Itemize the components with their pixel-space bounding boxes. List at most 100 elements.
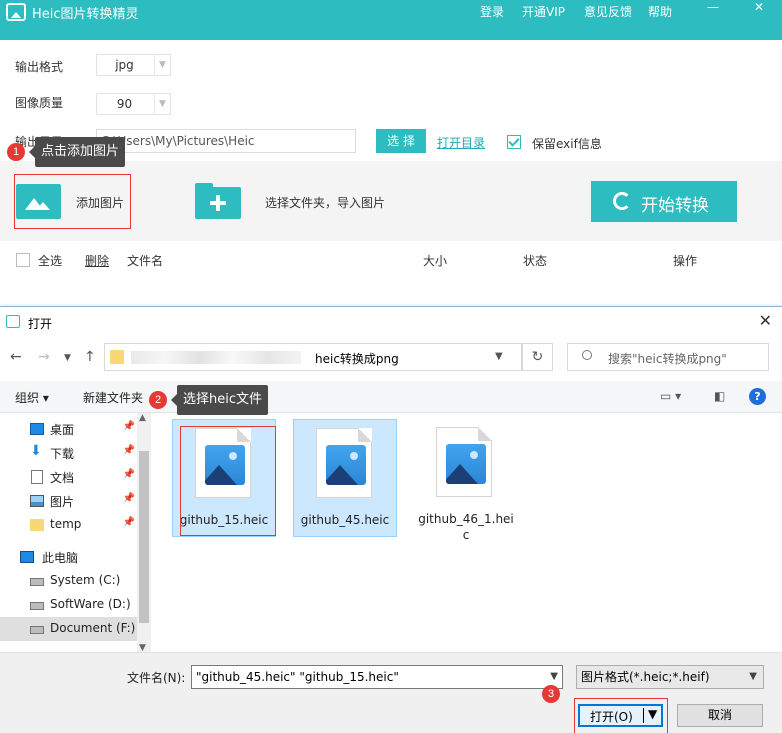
quality-value: 90: [116, 97, 133, 111]
highlight-outline: [180, 426, 276, 536]
format-value: jpg: [115, 58, 134, 72]
nav-item-software-d[interactable]: SoftWare (D:): [0, 593, 137, 617]
search-input[interactable]: 搜索"heic转换成png": [567, 343, 769, 371]
add-image-button[interactable]: 添加图片: [14, 174, 131, 229]
nav-item-system-c[interactable]: System (C:): [0, 569, 137, 593]
minimize-icon[interactable]: —: [704, 0, 722, 14]
computer-icon: [20, 551, 34, 563]
pin-icon: 📌: [122, 421, 135, 432]
start-convert-button[interactable]: 开始转换: [591, 181, 737, 222]
format-label: 输出格式: [15, 60, 64, 74]
menu-vip[interactable]: 开通VIP: [522, 3, 565, 20]
select-all-label[interactable]: 全选: [38, 252, 62, 269]
preview-pane-icon[interactable]: ◧: [714, 389, 725, 403]
scroll-up-icon[interactable]: ▲: [139, 413, 146, 423]
file-type-value: 图片格式(*.heic;*.heif): [581, 670, 710, 684]
pictures-icon: [30, 495, 44, 507]
command-bar: 组织 ▾ 新建文件夹 ▭ ▾ ◧ ?: [0, 381, 782, 413]
add-image-label: 添加图片: [76, 196, 125, 210]
chevron-down-icon[interactable]: ▼: [495, 351, 503, 362]
select-all-checkbox[interactable]: [16, 253, 30, 267]
menu-login[interactable]: 登录: [480, 3, 504, 20]
title-bar: Heic图片转换精灵 登录 开通VIP 意见反馈 帮助 — ✕: [0, 0, 782, 40]
cancel-button[interactable]: 取消: [677, 704, 763, 727]
pin-icon: 📌: [122, 445, 135, 456]
drive-icon: [30, 626, 44, 634]
nav-item-documents[interactable]: 文档 📌: [0, 465, 137, 489]
file-item[interactable]: github_46_1.hei c: [414, 419, 518, 542]
help-icon[interactable]: ?: [749, 388, 766, 405]
file-type-select[interactable]: 图片格式(*.heic;*.heif) ▼: [576, 665, 764, 689]
download-icon: ⬇: [30, 443, 42, 459]
keep-exif-checkbox[interactable]: [507, 135, 521, 149]
tooltip-add-image: 点击添加图片: [28, 137, 126, 167]
pin-icon: 📌: [122, 493, 135, 504]
app-title: Heic图片转换精灵: [32, 7, 139, 22]
start-convert-label: 开始转换: [641, 196, 709, 216]
nav-scrollbar[interactable]: ▲ ▼: [137, 413, 151, 653]
pin-icon: 📌: [122, 517, 135, 528]
drive-icon: [30, 578, 44, 586]
nav-item-temp[interactable]: temp 📌: [0, 513, 137, 537]
nav-item-desktop[interactable]: 桌面 📌: [0, 417, 137, 441]
image-file-icon: [436, 427, 492, 497]
search-placeholder: 搜索"heic转换成png": [608, 352, 727, 366]
view-mode-icon[interactable]: ▭ ▾: [660, 389, 681, 403]
dialog-title: 打开: [28, 317, 53, 331]
add-folder-label[interactable]: 选择文件夹，导入图片: [265, 194, 385, 211]
nav-item-this-pc[interactable]: 此电脑: [0, 545, 137, 569]
col-action: 操作: [673, 254, 698, 268]
col-filename: 文件名: [127, 254, 164, 268]
up-arrow-icon[interactable]: ↑: [84, 349, 96, 365]
menu-feedback[interactable]: 意见反馈: [584, 3, 632, 20]
recent-chevron-icon[interactable]: ▼: [64, 353, 71, 363]
blurred-path: [131, 351, 301, 364]
file-item[interactable]: github_45.heic: [293, 419, 397, 537]
document-icon: [31, 470, 43, 484]
dialog-close-icon[interactable]: ✕: [759, 311, 772, 330]
organize-menu[interactable]: 组织 ▾: [15, 389, 49, 406]
refresh-icon: [613, 192, 631, 210]
image-file-icon: [316, 428, 372, 498]
folder-icon: [110, 350, 124, 364]
choose-dir-button[interactable]: 选 择: [376, 129, 426, 153]
address-bar[interactable]: heic转换成png ▼: [104, 343, 522, 371]
desktop-icon: [30, 423, 44, 435]
nav-item-document-f[interactable]: Document (F:): [0, 617, 137, 641]
quality-select[interactable]: 90 ▼: [96, 93, 171, 115]
image-icon: [16, 184, 61, 219]
nav-item-downloads[interactable]: ⬇ 下载 📌: [0, 441, 137, 465]
step-badge-2: 2: [149, 391, 167, 409]
pin-icon: 📌: [122, 469, 135, 480]
col-size: 大小: [423, 254, 448, 268]
back-arrow-icon[interactable]: ←: [10, 349, 22, 365]
col-status: 状态: [523, 254, 548, 268]
dialog-app-icon: [6, 315, 20, 328]
chevron-down-icon: ▼: [749, 671, 757, 682]
output-dir-input[interactable]: C:\Users\My\Pictures\Heic: [96, 129, 356, 153]
scroll-thumb[interactable]: [139, 451, 149, 623]
delete-link[interactable]: 删除: [85, 252, 109, 269]
file-name: github_45.heic: [300, 513, 390, 527]
forward-arrow-icon[interactable]: →: [38, 349, 50, 365]
quality-label: 图像质量: [15, 96, 64, 110]
file-name: github_46_1.hei c: [418, 512, 514, 542]
filename-value: "github_45.heic" "github_15.heic": [196, 670, 399, 684]
chevron-down-icon: ▼: [154, 55, 170, 75]
keep-exif-label: 保留exif信息: [532, 137, 602, 151]
close-icon[interactable]: ✕: [750, 0, 768, 14]
navigation-pane: 桌面 📌 ⬇ 下载 📌 文档 📌 图片 📌 temp 📌 此电脑 System …: [0, 413, 151, 653]
chevron-down-icon: ▼: [154, 94, 170, 114]
add-folder-icon[interactable]: [195, 183, 241, 219]
refresh-button[interactable]: ↻: [522, 343, 553, 371]
step-badge-1: 1: [7, 143, 25, 161]
filename-label: 文件名(N):: [127, 671, 186, 685]
nav-item-pictures[interactable]: 图片 📌: [0, 489, 137, 513]
new-folder-button[interactable]: 新建文件夹: [83, 389, 143, 406]
filename-input[interactable]: "github_45.heic" "github_15.heic" ▼: [191, 665, 563, 689]
menu-help[interactable]: 帮助: [648, 3, 672, 20]
dialog-footer: 文件名(N): "github_45.heic" "github_15.heic…: [0, 652, 782, 733]
open-dir-link[interactable]: 打开目录: [437, 134, 485, 151]
folder-icon: [30, 519, 44, 531]
format-select[interactable]: jpg ▼: [96, 54, 171, 76]
